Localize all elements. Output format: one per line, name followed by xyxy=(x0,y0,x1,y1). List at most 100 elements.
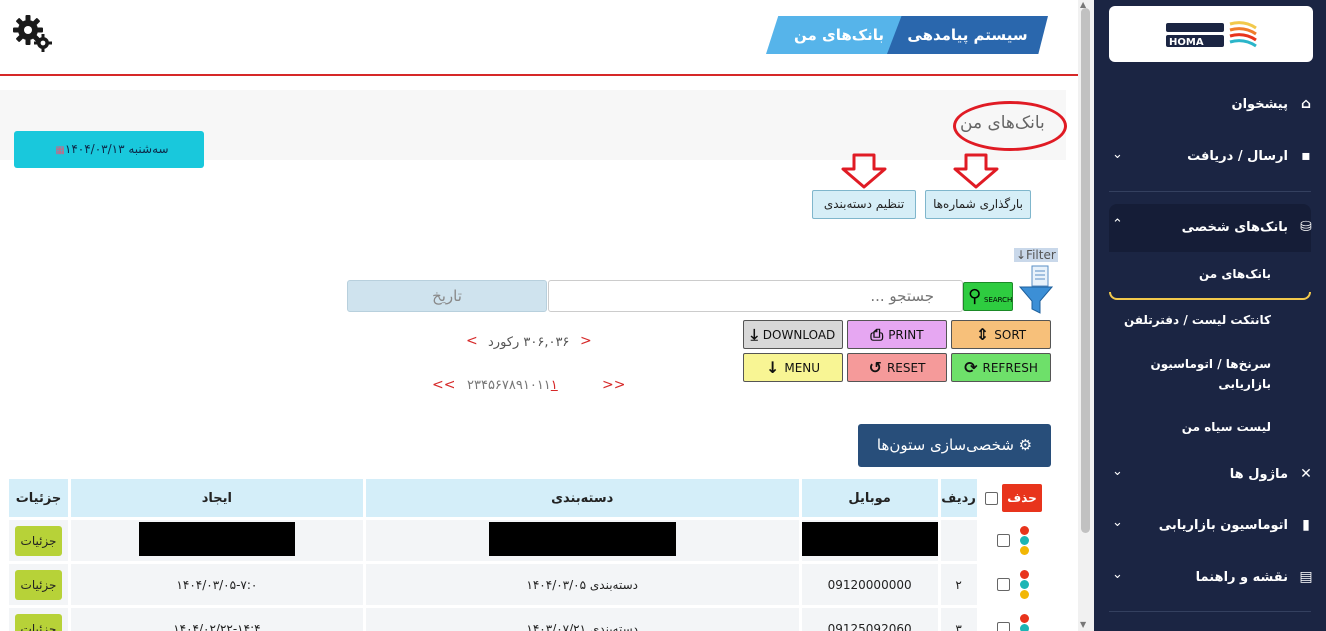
status-dots xyxy=(1020,613,1030,631)
chevron-down-icon[interactable]: ⌄ xyxy=(1112,147,1123,162)
calendar-icon: ▦ xyxy=(55,145,65,156)
record-prev-link[interactable]: < xyxy=(466,333,478,349)
chevron-up-icon[interactable]: ⌃ xyxy=(1112,217,1123,232)
sort-button[interactable]: ⇕ SORT xyxy=(951,320,1051,349)
details-cell: جزئیات xyxy=(9,520,68,561)
upload-numbers-button[interactable]: بارگذاری شماره‌ها xyxy=(925,190,1031,219)
record-next-link[interactable]: > xyxy=(580,333,592,349)
home-icon: ⌂ xyxy=(1300,96,1312,112)
nav-marketing-automation[interactable]: ▮ اتوماسیون بازاریابی xyxy=(1159,510,1314,540)
reset-button[interactable]: ↺ RESET xyxy=(847,353,947,382)
nav-map-guide[interactable]: ▤ نقشه و راهنما xyxy=(1196,562,1314,592)
breadcrumb-system-label: سیستم پیامدهی xyxy=(907,26,1028,44)
select-all-checkbox[interactable] xyxy=(984,492,998,505)
sort-icon: ⇕ xyxy=(975,325,990,344)
download-button[interactable]: ⤓ DOWNLOAD xyxy=(743,320,843,349)
details-button[interactable]: جزئیات xyxy=(14,569,63,600)
database-icon: ⛁ xyxy=(1300,219,1312,235)
nav-leads-line2: بازاریابی xyxy=(1218,377,1271,391)
scrollbar-thumb[interactable] xyxy=(1081,8,1090,533)
breadcrumb-system[interactable]: سیستم پیامدهی xyxy=(887,16,1048,54)
col-category[interactable]: دسته‌بندی xyxy=(365,479,799,517)
nav-map-guide-label: نقشه و راهنما xyxy=(1195,569,1288,585)
details-cell: جزئیات xyxy=(9,608,68,631)
reset-label: RESET xyxy=(886,360,926,375)
select-cell xyxy=(979,564,1047,605)
col-row[interactable]: ردیف xyxy=(940,479,977,517)
row-number-cell xyxy=(940,520,977,561)
col-details[interactable]: جزئیات xyxy=(9,479,68,517)
select-cell xyxy=(979,520,1047,561)
category-cell xyxy=(365,520,799,561)
refresh-button[interactable]: ⟳ REFRESH xyxy=(951,353,1051,382)
nav-marketing-automation-label: اتوماسیون بازاریابی xyxy=(1158,517,1288,533)
pages-first-link[interactable]: << xyxy=(432,377,455,393)
printer-icon: ⎙ xyxy=(870,324,884,344)
nav-dashboard-label: پیشخوان xyxy=(1231,96,1289,112)
details-button[interactable]: جزئیات xyxy=(14,525,63,556)
col-mobile[interactable]: موبایل xyxy=(801,479,938,517)
nav-send-receive[interactable]: ▪ ارسال / دریافت xyxy=(1187,141,1314,171)
breadcrumb-current[interactable]: بانک‌های من xyxy=(766,16,902,54)
record-count: ۳۰۶,۰۳۶ رکورد xyxy=(488,335,570,350)
search-input[interactable] xyxy=(548,280,963,312)
nav-blacklist[interactable]: لیست سیاه من xyxy=(1182,417,1271,437)
active-item-underline xyxy=(1109,292,1311,300)
table-row: جزئیات ۱۴۰۴/۰۲/۲۲-۱۴:۴ دسته‌بندی ۱۴۰۳/۰۷… xyxy=(9,608,1047,631)
scroll-down-icon[interactable]: ▼ xyxy=(1080,620,1086,629)
logo-text: HOMA xyxy=(1169,37,1204,48)
table-header-row: جزئیات ایجاد دسته‌بندی موبایل ردیف حذف xyxy=(9,479,1047,517)
chevron-down-icon[interactable]: ⌄ xyxy=(1112,464,1123,479)
details-button[interactable]: جزئیات xyxy=(14,613,63,631)
tools-icon: ✕ xyxy=(1300,466,1312,482)
pagination-current[interactable]: ۱ xyxy=(551,378,558,393)
set-category-button[interactable]: تنظیم دسته‌بندی xyxy=(812,190,916,219)
pagination-others[interactable]: ۲۳۴۵۶۷۸۹۱۰۱۱ xyxy=(467,378,551,393)
sort-label: SORT xyxy=(994,327,1027,342)
nav-modules[interactable]: ✕ ماژول ها xyxy=(1230,459,1314,489)
pagination[interactable]: ۲۳۴۵۶۷۸۹۱۰۱۱۱ xyxy=(467,378,558,393)
breadcrumb-current-label: بانک‌های من xyxy=(793,26,885,44)
print-label: PRINT xyxy=(888,327,924,342)
arrow-down-icon: ↓ xyxy=(765,358,780,377)
banks-table: جزئیات ایجاد دسته‌بندی موبایل ردیف حذف ج… xyxy=(6,476,1050,631)
menu-button[interactable]: ↓ MENU xyxy=(743,353,843,382)
settings-gear-icon[interactable] xyxy=(12,14,54,54)
created-cell xyxy=(71,520,363,561)
chevron-down-icon[interactable]: ⌄ xyxy=(1112,567,1123,582)
mobile-cell xyxy=(801,520,938,561)
highlight-ellipse xyxy=(953,101,1067,151)
homa-logo-icon: HOMA xyxy=(1166,21,1257,48)
logo[interactable]: HOMA xyxy=(1109,6,1313,62)
date-chip: سه‌شنبه ۱۴۰۴/۰۳/۱۳▦ xyxy=(14,131,204,168)
nav-leads-automation[interactable]: سرنخ‌ها / اتوماسیون بازاریابی xyxy=(1150,354,1271,394)
annotation-arrow-icon xyxy=(953,153,999,189)
print-button[interactable]: ⎙ PRINT xyxy=(847,320,947,349)
row-checkbox[interactable] xyxy=(997,534,1011,547)
annotation-arrow-icon xyxy=(841,153,887,189)
category-cell: دسته‌بندی ۱۴۰۴/۰۳/۰۵ xyxy=(365,564,799,605)
main-area: بانک‌های من سیستم پیامدهی بانک‌های من سه… xyxy=(0,0,1078,631)
filter-funnel-icon[interactable] xyxy=(1018,263,1054,315)
sidebar-divider xyxy=(1109,611,1311,612)
row-checkbox[interactable] xyxy=(997,578,1011,591)
download-label: DOWNLOAD xyxy=(762,327,836,342)
delete-button[interactable]: حذف xyxy=(1002,484,1042,512)
nav-contacts[interactable]: کانتکت لیست / دفترتلفن xyxy=(1124,310,1271,330)
nav-my-banks[interactable]: بانک‌های من xyxy=(1199,264,1271,284)
nav-personal-banks[interactable]: ⛁ بانک‌های شخصی xyxy=(1182,212,1314,242)
row-checkbox[interactable] xyxy=(997,622,1011,631)
search-button[interactable]: ⚲ SEARCH xyxy=(963,282,1013,311)
sidebar: HOMA ⌂ پیشخوان ▪ ارسال / دریافت ⌄ ⛁ بانک‌ها… xyxy=(1094,0,1326,631)
chart-icon: ▮ xyxy=(1302,517,1310,533)
pages-last-link[interactable]: >> xyxy=(602,377,625,393)
col-created[interactable]: ایجاد xyxy=(71,479,363,517)
customize-columns-button[interactable]: ⚙ شخصی‌سازی ستون‌ها xyxy=(858,424,1051,467)
nav-dashboard[interactable]: ⌂ پیشخوان xyxy=(1232,89,1315,119)
download-icon: ⤓ xyxy=(750,324,758,344)
filter-toggle[interactable]: ↓Filter xyxy=(1014,248,1058,262)
date-filter-button[interactable]: تاریخ xyxy=(347,280,547,312)
chevron-down-icon[interactable]: ⌄ xyxy=(1112,515,1123,530)
nav-personal-banks-label: بانک‌های شخصی xyxy=(1181,219,1288,235)
details-cell: جزئیات xyxy=(9,564,68,605)
